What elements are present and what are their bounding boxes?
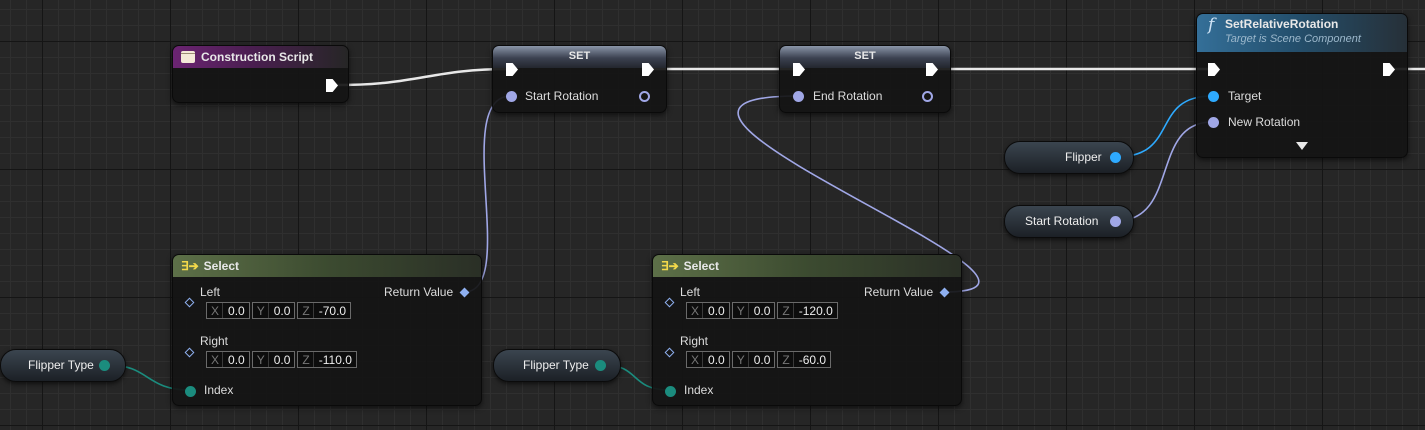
flipper-type-out-pin[interactable] bbox=[595, 360, 606, 371]
node-title: Select bbox=[683, 259, 719, 273]
node-header: ∃➔ Select bbox=[653, 255, 961, 277]
node-title: SET bbox=[854, 50, 876, 62]
return-value-pin[interactable] bbox=[939, 287, 950, 298]
right-option-pin[interactable] bbox=[664, 347, 675, 358]
x-field[interactable]: X 0.0 bbox=[686, 351, 730, 368]
function-icon: f bbox=[1208, 15, 1215, 35]
left-vector-input: X 0.0 Y 0.0 Z -120.0 bbox=[686, 302, 838, 319]
y-field[interactable]: Y 0.0 bbox=[731, 302, 776, 319]
pin-label: Return Value bbox=[864, 285, 934, 299]
end-rotation-in-pin[interactable] bbox=[793, 91, 804, 102]
node-header: SET bbox=[780, 46, 950, 68]
right-vector-input: X 0.0 Y 0.0 Z -110.0 bbox=[206, 351, 357, 368]
variable-label: Flipper bbox=[1065, 150, 1102, 164]
pin-label: Right bbox=[200, 334, 229, 348]
exec-wire bbox=[336, 67, 511, 87]
node-title: Construction Script bbox=[201, 50, 314, 64]
pin-label: Target bbox=[1228, 89, 1262, 103]
pin-label: Index bbox=[684, 383, 714, 397]
pin-label: Return Value bbox=[384, 285, 454, 299]
set-relative-rotation-node[interactable]: f SetRelativeRotation Target is Scene Co… bbox=[1196, 13, 1408, 158]
left-vector-input: X 0.0 Y 0.0 Z -70.0 bbox=[206, 302, 352, 319]
node-header: f SetRelativeRotation Target is Scene Co… bbox=[1197, 14, 1407, 52]
pin-label: New Rotation bbox=[1228, 115, 1301, 129]
x-field[interactable]: X 0.0 bbox=[206, 302, 250, 319]
pin-label: End Rotation bbox=[813, 89, 883, 103]
return-value-pin[interactable] bbox=[459, 287, 470, 298]
left-option-pin[interactable] bbox=[184, 297, 195, 308]
variable-label: Start Rotation bbox=[1025, 214, 1099, 228]
node-header: SET bbox=[493, 46, 666, 68]
pin-label: Index bbox=[204, 383, 234, 397]
end-rotation-out-pin[interactable] bbox=[922, 91, 933, 102]
variable-label: Flipper Type bbox=[523, 358, 589, 372]
exec-out-pin[interactable] bbox=[326, 79, 338, 92]
exec-out-pin[interactable] bbox=[1383, 63, 1395, 76]
select-node[interactable]: ∃➔ Select Left X 0.0 Y 0.0 Z -120.0 Return V… bbox=[652, 254, 962, 406]
construction-script-node[interactable]: Construction Script bbox=[172, 45, 349, 103]
z-field[interactable]: Z -60.0 bbox=[777, 351, 832, 368]
get-flipper-node[interactable]: Flipper bbox=[1004, 141, 1134, 174]
set-end-rotation-node[interactable]: SET End Rotation bbox=[779, 45, 951, 113]
node-header: ∃➔ Select bbox=[173, 255, 481, 277]
start-rotation-in-pin[interactable] bbox=[506, 91, 517, 102]
get-start-rotation-node[interactable]: Start Rotation bbox=[1004, 205, 1134, 238]
y-field[interactable]: Y 0.0 bbox=[251, 351, 296, 368]
pin-label: Left bbox=[200, 285, 221, 299]
select-icon: ∃➔ bbox=[181, 259, 199, 273]
select-node[interactable]: ∃➔ Select Left X 0.0 Y 0.0 Z -70.0 Return Va… bbox=[172, 254, 482, 406]
z-field[interactable]: Z -70.0 bbox=[297, 302, 352, 319]
pin-label: Right bbox=[680, 334, 709, 348]
left-option-pin[interactable] bbox=[664, 297, 675, 308]
new-rotation-pin[interactable] bbox=[1208, 117, 1219, 128]
right-vector-input: X 0.0 Y 0.0 Z -60.0 bbox=[686, 351, 832, 368]
script-icon bbox=[181, 51, 195, 63]
start-rotation-out-pin[interactable] bbox=[1110, 216, 1121, 227]
z-field[interactable]: Z -110.0 bbox=[297, 351, 357, 368]
index-pin[interactable] bbox=[185, 386, 196, 397]
variable-label: Flipper Type bbox=[28, 358, 94, 372]
pin-label: Start Rotation bbox=[525, 89, 599, 103]
exec-in-pin[interactable] bbox=[1208, 63, 1220, 76]
x-field[interactable]: X 0.0 bbox=[686, 302, 730, 319]
y-field[interactable]: Y 0.0 bbox=[251, 302, 296, 319]
set-start-rotation-node[interactable]: SET Start Rotation bbox=[492, 45, 667, 113]
start-rotation-out-pin[interactable] bbox=[639, 91, 650, 102]
index-pin[interactable] bbox=[665, 386, 676, 397]
expand-arrow-icon[interactable] bbox=[1296, 142, 1308, 150]
select-icon: ∃➔ bbox=[661, 259, 679, 273]
y-field[interactable]: Y 0.0 bbox=[731, 351, 776, 368]
node-header: Construction Script bbox=[173, 46, 348, 68]
right-option-pin[interactable] bbox=[184, 347, 195, 358]
node-title: SET bbox=[568, 50, 591, 62]
get-flipper-type-node[interactable]: Flipper Type bbox=[0, 349, 126, 382]
node-subtitle: Target is Scene Component bbox=[1225, 33, 1361, 45]
node-title: Select bbox=[203, 259, 239, 273]
flipper-out-pin[interactable] bbox=[1110, 152, 1121, 163]
get-flipper-type-node[interactable]: Flipper Type bbox=[493, 349, 621, 382]
target-pin[interactable] bbox=[1208, 91, 1219, 102]
flipper-type-out-pin[interactable] bbox=[99, 360, 110, 371]
node-title: SetRelativeRotation bbox=[1225, 17, 1339, 31]
pin-label: Left bbox=[680, 285, 701, 299]
z-field[interactable]: Z -120.0 bbox=[777, 302, 838, 319]
x-field[interactable]: X 0.0 bbox=[206, 351, 250, 368]
